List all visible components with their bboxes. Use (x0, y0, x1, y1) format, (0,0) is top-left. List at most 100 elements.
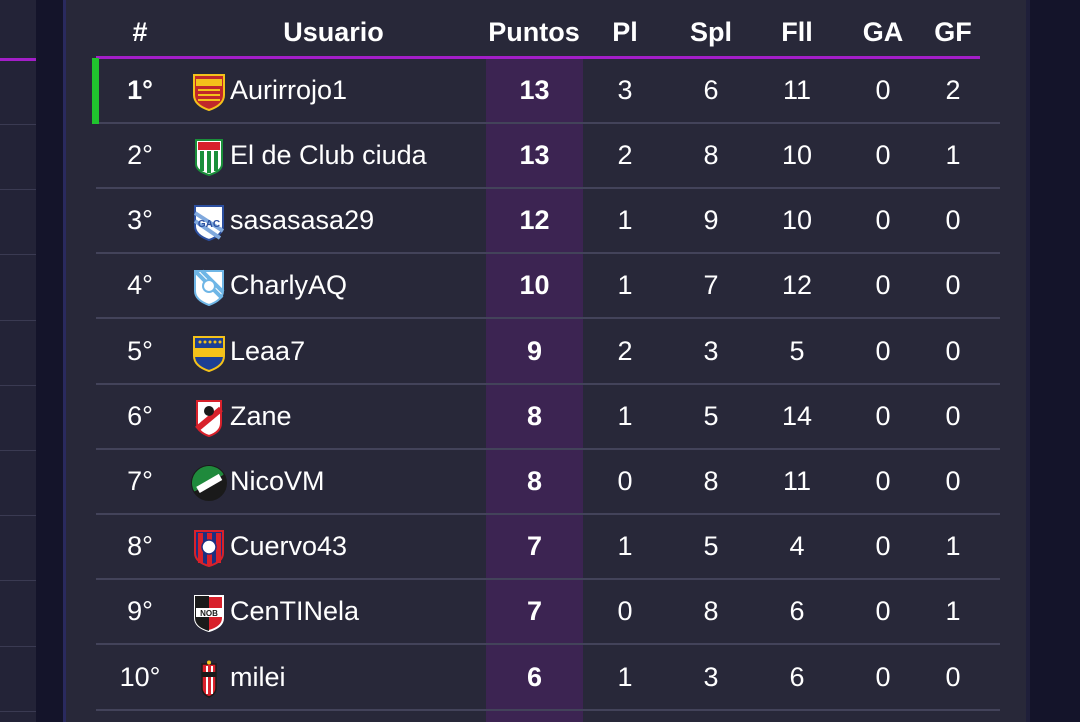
position-cell: 3° (127, 205, 153, 235)
divider (0, 254, 36, 255)
cabj-crest-icon (193, 336, 225, 372)
gf-cell: 1 (945, 531, 961, 561)
divider (0, 646, 36, 647)
points-cell: 13 (519, 75, 550, 105)
casla-crest-icon (194, 530, 224, 567)
pl-cell: 2 (617, 336, 633, 366)
table-row[interactable]: 2° El de Club ciuda 13 2 8 10 0 1 (96, 124, 1000, 189)
fll-cell: 12 (781, 270, 813, 300)
pl-cell: 0 (617, 466, 633, 496)
gap-strip (36, 0, 66, 722)
divider (0, 124, 36, 125)
pl-cell: 1 (617, 270, 633, 300)
username[interactable]: CharlyAQ (230, 254, 347, 317)
position-cell: 6° (127, 401, 153, 431)
position-cell: 7° (127, 466, 153, 496)
table-row[interactable]: 3° GAC sasasasa29 12 1 9 10 0 0 (96, 189, 1000, 254)
username[interactable]: Zane (230, 385, 292, 448)
river-crest-icon (195, 400, 223, 437)
ga-cell: 0 (875, 466, 891, 496)
divider (0, 515, 36, 516)
spl-cell: 5 (703, 401, 719, 431)
cvm-crest-icon (191, 465, 227, 501)
right-strip (1026, 0, 1080, 722)
table-row[interactable]: 9° NOB CenTINela 7 0 8 6 0 1 (96, 580, 1000, 645)
pl-cell: 1 (617, 531, 633, 561)
caa-crest-icon (195, 139, 223, 176)
ga-cell: 0 (875, 270, 891, 300)
table-row[interactable]: 1° Aurirrojo1 13 3 6 11 0 2 (92, 58, 1000, 124)
gac-crest-icon: GAC (193, 205, 225, 241)
nob-crest-icon: NOB (194, 595, 224, 632)
table-row[interactable]: 10° milei 6 1 3 6 0 0 (96, 646, 1000, 711)
points-cell: 9 (526, 336, 543, 366)
header-position[interactable]: # (100, 14, 180, 50)
ga-cell: 0 (875, 596, 891, 626)
ga-cell: 0 (875, 140, 891, 170)
fll-cell: 6 (789, 596, 805, 626)
fll-cell: 10 (781, 140, 813, 170)
header-spl[interactable]: Spl (676, 14, 746, 50)
spl-cell: 8 (703, 596, 719, 626)
gf-cell: 1 (945, 596, 961, 626)
gf-cell: 0 (945, 336, 961, 366)
divider (0, 189, 36, 190)
gf-cell: 0 (945, 205, 961, 235)
fll-cell: 10 (781, 205, 813, 235)
username[interactable]: milei (230, 646, 286, 709)
pl-cell: 1 (617, 205, 633, 235)
table-row[interactable]: 5° Leaa7 9 2 3 5 0 0 (96, 320, 1000, 385)
pl-cell: 3 (617, 75, 633, 105)
table-row[interactable]: 4° CharlyAQ 10 1 7 12 0 0 (96, 254, 1000, 319)
ga-cell: 0 (875, 75, 891, 105)
header-ga[interactable]: GA (848, 14, 918, 50)
position-cell: 9° (127, 596, 153, 626)
header-gf[interactable]: GF (918, 14, 988, 50)
boca-unidos-crest-icon (193, 74, 225, 111)
divider (0, 450, 36, 451)
header-pl[interactable]: Pl (592, 14, 658, 50)
header-points[interactable]: Puntos (482, 14, 586, 50)
ga-cell: 0 (875, 401, 891, 431)
pl-cell: 0 (617, 596, 633, 626)
points-cell: 7 (526, 531, 543, 561)
spl-cell: 5 (703, 531, 719, 561)
divider (0, 711, 36, 712)
fll-cell: 11 (782, 75, 812, 105)
points-cell: 8 (526, 401, 543, 431)
chacarita-crest-icon (201, 660, 217, 698)
fll-cell: 6 (789, 662, 805, 692)
pl-cell: 1 (617, 401, 633, 431)
ga-cell: 0 (875, 336, 891, 366)
ao-crest-icon (194, 269, 225, 306)
ga-cell: 0 (875, 205, 891, 235)
fll-cell: 5 (789, 336, 805, 366)
username[interactable]: El de Club ciuda (230, 124, 427, 187)
username[interactable]: Leaa7 (230, 320, 305, 383)
points-cell: 13 (519, 140, 550, 170)
username[interactable]: Cuervo43 (230, 515, 347, 578)
header-fll[interactable]: Fll (760, 14, 834, 50)
table-row[interactable]: 7° NicoVM 8 0 8 11 0 0 (96, 450, 1000, 515)
fll-cell: 4 (789, 531, 805, 561)
position-cell: 8° (127, 531, 153, 561)
points-cell: 8 (526, 466, 543, 496)
divider (0, 580, 36, 581)
username[interactable]: CenTINela (230, 580, 359, 643)
username[interactable]: NicoVM (230, 450, 325, 513)
gf-cell: 0 (945, 466, 961, 496)
gf-cell: 0 (945, 662, 961, 692)
divider (0, 385, 36, 386)
username[interactable]: Aurirrojo1 (230, 59, 347, 122)
table-row[interactable]: 6° Zane 8 1 5 14 0 0 (96, 385, 1000, 450)
fll-cell: 11 (782, 466, 812, 496)
username[interactable]: sasasasa29 (230, 189, 374, 252)
position-cell: 10° (119, 662, 161, 692)
table-row[interactable]: 8° Cuervo43 7 1 5 4 0 1 (96, 515, 1000, 580)
header-user[interactable]: Usuario (246, 14, 421, 50)
spl-cell: 8 (703, 140, 719, 170)
spl-cell: 3 (703, 336, 719, 366)
left-panel (0, 0, 36, 722)
points-cell: 10 (519, 270, 550, 300)
points-cell: 12 (519, 205, 550, 235)
